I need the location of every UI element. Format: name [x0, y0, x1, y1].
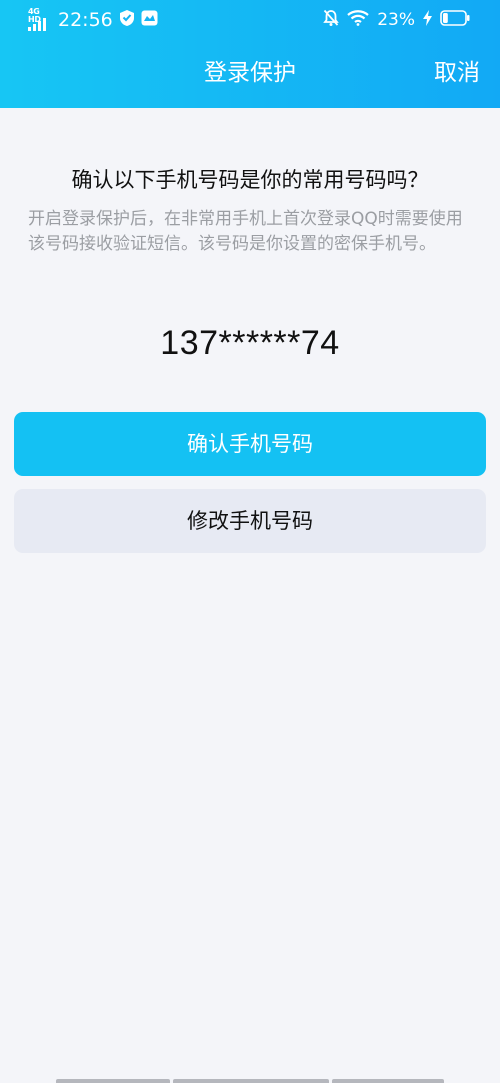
status-bar-right: 23% — [323, 8, 470, 32]
gesture-bar — [0, 1077, 500, 1083]
mute-bell-icon — [323, 9, 340, 32]
status-time: 22:56 — [58, 9, 113, 31]
cancel-button[interactable]: 取消 — [434, 40, 480, 106]
charging-icon — [423, 9, 432, 31]
battery-percent: 23% — [377, 10, 415, 30]
status-bar: 4G HD 22:56 23% — [0, 0, 500, 40]
protection-description: 开启登录保护后，在非常用手机上首次登录QQ时需要使用该号码接收验证短信。该号码是… — [28, 209, 463, 254]
modify-phone-button[interactable]: 修改手机号码 — [14, 489, 486, 553]
header: 4G HD 22:56 23% 登录保护 取消 — [0, 0, 500, 108]
wifi-icon — [347, 9, 369, 31]
signal-icon: 4G HD — [28, 8, 48, 31]
confirm-question: 确认以下手机号码是你的常用号码吗？ — [71, 168, 429, 192]
page-title: 登录保护 — [204, 60, 296, 86]
battery-icon — [440, 9, 470, 31]
shield-icon — [119, 9, 135, 32]
message-icon — [141, 10, 158, 31]
status-bar-left: 4G HD 22:56 — [28, 8, 158, 32]
confirm-phone-button[interactable]: 确认手机号码 — [14, 412, 486, 476]
masked-phone-number: 137******74 — [160, 324, 340, 362]
nav-bar: 登录保护 取消 — [0, 40, 500, 108]
